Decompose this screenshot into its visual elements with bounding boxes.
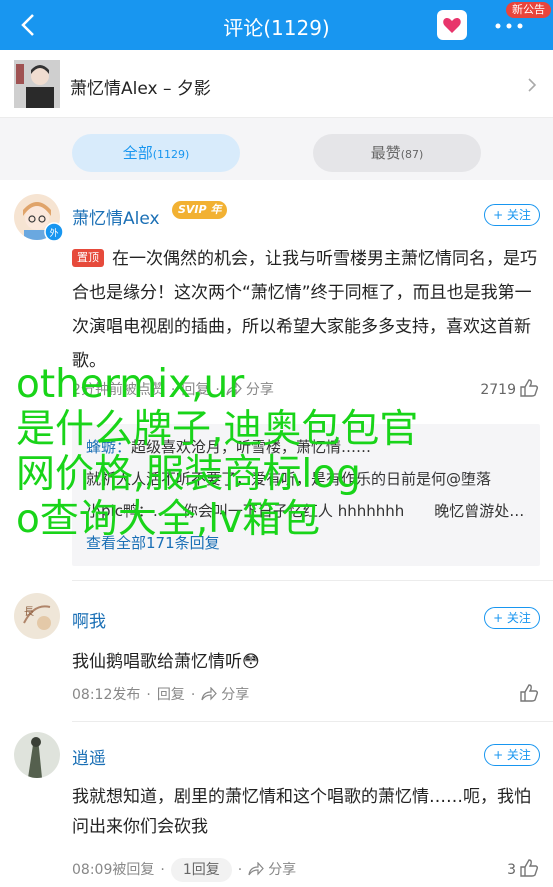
song-title: 萧忆情Alex – 夕影 <box>70 79 211 99</box>
like-button[interactable]: 3 <box>507 858 539 882</box>
source-song-row[interactable]: 萧忆情Alex – 夕影 <box>0 50 553 118</box>
sort-tabs: 全部(1129) 最赞(87) <box>0 118 553 180</box>
reply-line[interactable]: 蜂蝣：超级喜欢沧月，听雪楼，萧忆情…… <box>86 436 526 457</box>
tab-top-liked-label: 最赞 <box>370 144 401 162</box>
share-button[interactable]: 分享 <box>268 862 296 878</box>
comment-item: 長 啊我 + 关注 我仙鹅唱歌给萧忆情听😳 08:12发布 · 回复 · 分享 <box>0 581 553 721</box>
pinned-tag: 置顶 <box>72 249 104 267</box>
reply-text: 就祈人人活不听不要了，爱有听，是有作乐的日前是何@堕落 <box>86 470 492 488</box>
reply-line[interactable]: 就祈人人活不听不要了，爱有听，是有作乐的日前是何@堕落 <box>86 468 526 489</box>
reply-box: 蜂蝣：超级喜欢沧月，听雪楼，萧忆情…… 就祈人人活不听不要了，爱有听，是有作乐的… <box>72 424 540 566</box>
like-button[interactable] <box>516 683 539 707</box>
reply-line[interactable]: 小pic鸭：……你会叫一下日子忆红人 hhhhhhh 晚忆曾游处…… <box>86 500 526 521</box>
thumbs-up-icon <box>520 684 539 702</box>
user-name[interactable]: 啊我 <box>72 607 106 632</box>
tab-all-count: (1129) <box>152 148 190 161</box>
follow-button[interactable]: + 关注 <box>484 204 540 226</box>
comment-item: 外 萧忆情Alex SVIP 年 + 关注 置顶 在一次偶然的机会，让我与听雪楼男… <box>0 180 553 580</box>
vip-badge: SVIP 年 <box>172 201 228 219</box>
view-all-replies-link[interactable]: 查看全部171条回复 <box>86 532 220 553</box>
tab-top-liked[interactable]: 最赞(87) <box>313 134 481 172</box>
thumbs-up-icon <box>520 379 539 397</box>
reply-text: 超级喜欢沧月，听雪楼，萧忆情…… <box>131 438 372 456</box>
comment-text: 我仙鹅唱歌给萧忆情听😳 <box>72 652 260 672</box>
comment-body: 在一次偶然的机会，让我与听雪楼男主萧忆情同名，是巧合也是缘分！这次两个“萧忆情”… <box>72 249 537 371</box>
share-icon <box>248 862 264 876</box>
heart-icon <box>443 18 461 33</box>
avatar[interactable]: 長 <box>14 593 60 639</box>
vip-badge-label: SVIP <box>178 203 207 216</box>
user-name[interactable]: 萧忆情Alex <box>72 204 160 229</box>
comment-text: 我就想知道，剧里的萧忆情和这个唱歌的萧忆情……呃，我怕问出来你们会砍我 <box>72 787 531 837</box>
page-title: 评论(1129) <box>223 16 330 40</box>
reply-button[interactable]: 回复 <box>157 687 185 703</box>
verified-icon: 外 <box>44 222 64 242</box>
svg-text:長: 長 <box>24 606 34 618</box>
thumbs-up-icon <box>520 859 539 877</box>
reply-button[interactable]: 回复 <box>181 382 209 398</box>
like-count: 3 <box>507 862 516 878</box>
comment-meta: 08:09被回复 · 1回复 · 分享 <box>72 858 296 882</box>
user-name[interactable]: 逍遥 <box>72 744 106 769</box>
share-button[interactable]: 分享 <box>246 382 274 398</box>
favorite-button[interactable] <box>437 10 467 40</box>
chevron-right-icon <box>528 78 537 92</box>
reply-text: 小pic鸭：……你会叫一下日子忆红人 hhhhhhh 晚忆曾游处…… <box>86 502 526 520</box>
comment-item: 逍遥 + 关注 我就想知道，剧里的萧忆情和这个唱歌的萧忆情……呃，我怕问出来你们… <box>0 722 553 887</box>
song-thumbnail <box>14 60 60 108</box>
vip-badge-suffix: 年 <box>210 203 222 216</box>
comment-text: 置顶 在一次偶然的机会，让我与听雪楼男主萧忆情同名，是巧合也是缘分！这次两个“萧忆… <box>72 242 540 378</box>
share-button[interactable]: 分享 <box>221 687 249 703</box>
comment-time: 08:09被回复 <box>72 862 155 878</box>
share-icon <box>201 687 218 701</box>
like-button[interactable]: 2719 <box>480 378 539 402</box>
comment-meta: 08:12发布 · 回复 · 分享 <box>72 687 250 703</box>
tab-all-label: 全部 <box>122 144 153 162</box>
follow-button[interactable]: + 关注 <box>484 744 540 766</box>
tab-top-liked-count: (87) <box>400 148 424 161</box>
avatar[interactable] <box>14 732 60 778</box>
comment-time: 08:12发布 <box>72 687 141 703</box>
comment-time: 2分钟前被点赞 <box>72 382 165 398</box>
notice-badge[interactable]: 新公告 <box>506 2 551 18</box>
svg-text:外: 外 <box>49 227 58 239</box>
reply-author[interactable]: 蜂蝣： <box>86 438 131 456</box>
like-count: 2719 <box>480 382 516 398</box>
share-icon <box>226 382 242 396</box>
tab-all[interactable]: 全部(1129) <box>72 134 240 172</box>
reply-button[interactable]: 1回复 <box>170 858 232 882</box>
follow-button[interactable]: + 关注 <box>484 607 540 629</box>
comment-meta: 2分钟前被点赞 · 回复 · 分享 <box>72 382 274 398</box>
top-bar: 评论(1129) 新公告 <box>0 0 553 50</box>
